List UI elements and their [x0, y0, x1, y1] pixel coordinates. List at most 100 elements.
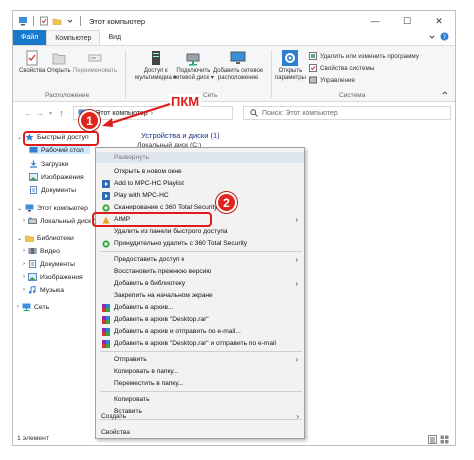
menu-item-play-mpc[interactable]: Play with MPC-HC [96, 190, 304, 201]
group-label-network: Сеть [203, 92, 218, 99]
properties-button[interactable]: Свойства [19, 50, 45, 75]
ribbon-extras: ? [428, 30, 455, 45]
nav-this-pc[interactable]: ⌄ Этот компьютер [17, 204, 88, 212]
nav-label: Локальный диск ( [40, 217, 96, 225]
chevron-down-icon[interactable]: ▾ [45, 110, 56, 117]
minimize-button[interactable]: — [359, 11, 391, 31]
menu-item-expand[interactable]: Развернуть [96, 152, 304, 163]
image-icon [28, 273, 37, 281]
nav-label: Сеть [34, 303, 50, 311]
explorer-window: Этот компьютер — ☐ ✕ Файл Компьютер Вид … [12, 10, 456, 446]
forward-arrow-icon[interactable]: → [34, 108, 45, 118]
rename-label: Переименовать [73, 68, 117, 74]
chevron-right-icon: › [23, 218, 25, 224]
search-icon [250, 109, 258, 117]
add-location-label-2: расположение [217, 75, 259, 81]
tiles-view-icon[interactable] [440, 435, 449, 445]
disk-icon [28, 217, 37, 224]
menu-item-add-to-library[interactable]: Добавить в библиотеку › [96, 278, 304, 289]
menu-label: Копировать в папку... [114, 368, 179, 375]
up-arrow-icon[interactable]: ↑ [56, 108, 67, 118]
nav-desktop[interactable]: Рабочий стол [29, 146, 90, 154]
menu-item-restore-version[interactable]: Восстановить прежнюю версию [96, 266, 304, 277]
menu-item-send-to[interactable]: Отправить › [96, 354, 304, 365]
menu-label: Восстановить прежнюю версию [114, 268, 212, 275]
nav-lib-documents[interactable]: › Документы [23, 260, 75, 268]
ribbon: Свойства Открыть Переименовать Расположе… [13, 46, 455, 102]
winrar-icon [102, 339, 110, 348]
manage-button[interactable]: Управление [309, 76, 355, 84]
menu-label: Свойства [101, 428, 130, 436]
chevron-down-icon: ⌄ [17, 205, 23, 212]
nav-music[interactable]: › Музыка [23, 286, 64, 294]
menu-item-360-force-delete[interactable]: Принудительно удалить с 360 Total Securi… [96, 238, 304, 249]
nav-lib-images[interactable]: › Изображения [23, 273, 83, 281]
document-icon [30, 186, 37, 194]
tab-view[interactable]: Вид [100, 30, 129, 45]
properties-icon [26, 50, 38, 66]
properties-icon[interactable] [39, 16, 49, 26]
menu-item-create[interactable]: Создать › [95, 410, 305, 422]
chevron-right-icon: › [23, 261, 25, 267]
menu-item-copy[interactable]: Копировать [96, 394, 304, 405]
divider [271, 50, 272, 98]
menu-item-archive-email[interactable]: Добавить в архив и отправить по e-mail..… [96, 326, 304, 337]
search-box[interactable]: Поиск: Этот компьютер [243, 106, 451, 120]
divider [33, 16, 34, 26]
media-access-button[interactable]: Доступ к мультимедиа ▾ [135, 50, 177, 82]
nav-downloads[interactable]: Загрузки [29, 160, 68, 168]
menu-item-pin-start[interactable]: Закрепить на начальном экране [96, 290, 304, 301]
mpc-icon [102, 191, 110, 200]
nav-libraries[interactable]: ⌄ Библиотеки [17, 234, 74, 242]
menu-item-move-to-folder[interactable]: Переместить в папку... [96, 378, 304, 389]
maximize-button[interactable]: ☐ [391, 11, 423, 31]
menu-item-add-desktop-rar[interactable]: Добавить в архив "Desktop.rar" [96, 314, 304, 325]
map-drive-label-2: сетевой диск ▾ [173, 75, 214, 81]
menu-item-open-new-window[interactable]: Открыть в новом окне [96, 166, 304, 177]
nav-label: Загрузки [41, 160, 69, 168]
rename-button[interactable]: Переименовать [73, 50, 117, 75]
nav-network[interactable]: › Сеть [17, 303, 49, 311]
tab-computer[interactable]: Компьютер [46, 30, 101, 45]
chevron-down-icon[interactable] [65, 16, 75, 26]
menu-item-copy-to-folder[interactable]: Копировать в папку... [96, 366, 304, 377]
map-drive-button[interactable]: Подключить сетевой диск ▾ [173, 50, 214, 82]
menu-item-properties[interactable]: Свойства [95, 426, 305, 438]
menu-item-share-with[interactable]: Предоставить доступ к › [96, 254, 304, 265]
nav-documents[interactable]: Документы [29, 186, 76, 194]
nav-images[interactable]: Изображения [29, 173, 84, 181]
winrar-icon [102, 315, 110, 324]
window-title: Этот компьютер [89, 16, 146, 26]
monitor-icon [230, 51, 246, 64]
chevron-right-icon: › [17, 304, 19, 310]
menu-item-unpin-quick-access[interactable]: Удалить из панели быстрого доступа [96, 226, 304, 237]
uninstall-program-button[interactable]: Удалить или изменить программу [309, 52, 419, 60]
tab-file[interactable]: Файл [13, 30, 47, 45]
chevron-down-icon[interactable] [428, 33, 436, 43]
chevron-up-icon[interactable] [441, 89, 449, 98]
menu-divider [100, 391, 302, 392]
title-bar: Этот компьютер — ☐ ✕ [13, 11, 455, 31]
details-view-icon[interactable] [428, 435, 437, 445]
new-folder-icon[interactable] [52, 16, 62, 26]
close-button[interactable]: ✕ [423, 11, 455, 31]
shield-360-icon [102, 203, 110, 212]
nav-local-disk[interactable]: › Локальный диск ( [23, 217, 95, 225]
open-button[interactable]: Открыть [47, 50, 71, 75]
menu-item-desktop-rar-email[interactable]: Добавить в архив "Desktop.rar" и отправи… [96, 338, 304, 349]
desktop-icon [29, 147, 38, 153]
nav-label: Этот компьютер [37, 204, 88, 212]
nav-video[interactable]: › Видео [23, 247, 60, 255]
menu-item-add-archive[interactable]: Добавить в архив... [96, 302, 304, 313]
back-arrow-icon[interactable]: ← [23, 108, 34, 118]
system-properties-button[interactable]: Свойства системы [309, 64, 374, 72]
shield-360-icon [102, 239, 110, 248]
menu-item-mpc-playlist[interactable]: Add to MPC-HC Playlist [96, 178, 304, 189]
download-icon [30, 160, 37, 168]
libraries-icon [25, 235, 34, 242]
add-network-location-button[interactable]: Добавить сетевое расположение [213, 50, 263, 82]
programs-icon [309, 52, 317, 60]
open-settings-button[interactable]: Открыть параметры [275, 50, 306, 82]
help-icon[interactable]: ? [440, 32, 449, 43]
chevron-right-icon: › [23, 274, 25, 280]
